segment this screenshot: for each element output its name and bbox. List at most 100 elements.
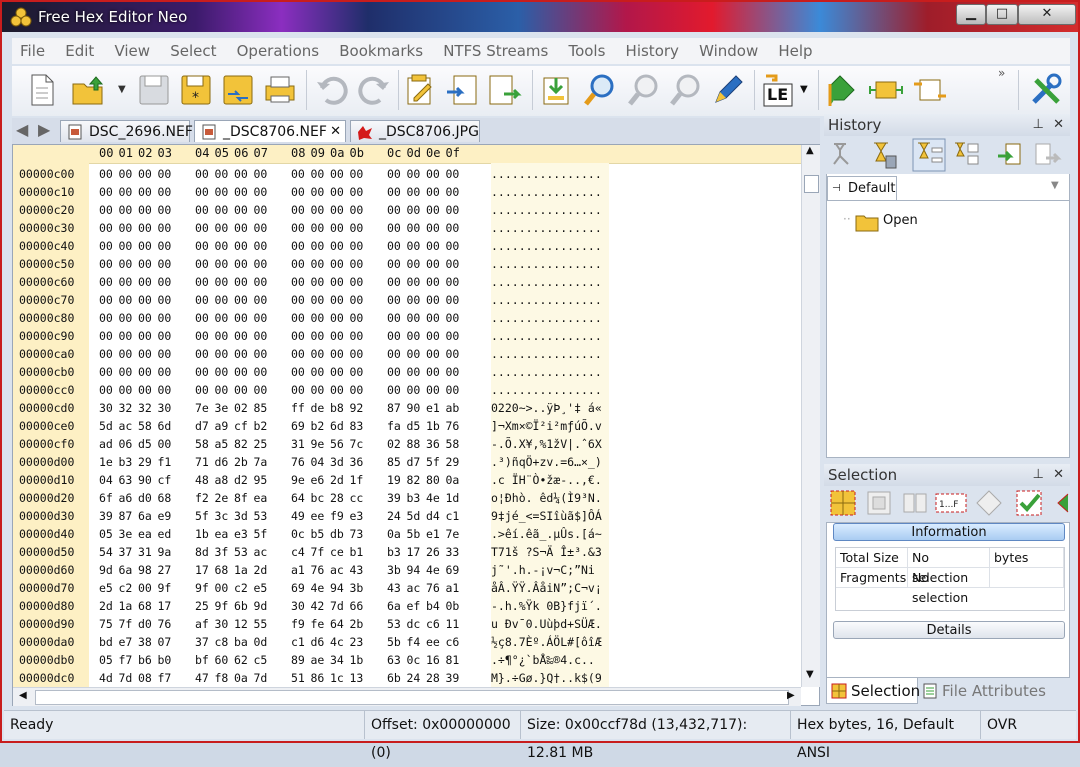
hex-byte[interactable]: ef [407,599,425,613]
hex-byte[interactable]: 3c [215,509,233,523]
hex-byte[interactable]: 7f [119,617,137,631]
hex-byte[interactable]: 00 [291,293,309,307]
hex-byte[interactable]: ce [330,545,348,559]
hex-byte[interactable]: 00 [119,365,137,379]
hex-byte[interactable]: 76 [158,617,176,631]
hex-byte[interactable]: 7c [350,437,368,451]
hex-row[interactable]: 00000da0 bd e7 38 07 37 c8 ba 0d c1 d6 4c 23 5b f4 ee c6… [13,633,793,651]
hex-byte[interactable]: bf [195,653,213,667]
hex-byte[interactable]: 00 [291,383,309,397]
vertical-scroll-thumb[interactable] [804,175,819,193]
hex-byte[interactable]: 06 [119,437,137,451]
hex-byte[interactable]: 00 [446,383,464,397]
hex-byte[interactable]: 00 [387,239,405,253]
hex-byte[interactable]: 5b [387,635,405,649]
hex-byte[interactable]: 30 [158,401,176,415]
hex-byte[interactable]: 00 [215,365,233,379]
history-restore-icon[interactable] [996,140,1026,170]
hex-byte[interactable]: 00 [215,203,233,217]
bottom-tab-selection[interactable]: Selection [826,678,920,704]
hex-byte[interactable]: 00 [234,293,252,307]
tab-dsc-2696-nef[interactable]: DSC_2696.NEF [60,120,193,142]
hex-byte[interactable]: 00 [330,383,348,397]
hex-byte[interactable]: 00 [407,203,425,217]
hex-byte[interactable]: 00 [195,257,213,271]
hex-byte[interactable]: 00 [291,329,309,343]
hex-byte[interactable]: bc [311,491,329,505]
hex-byte[interactable]: 00 [215,329,233,343]
hex-byte[interactable]: 55 [254,617,272,631]
hex-byte[interactable]: 00 [215,239,233,253]
tools-icon[interactable] [1028,72,1064,108]
hex-byte[interactable]: 00 [195,329,213,343]
hex-byte[interactable]: 30 [99,401,117,415]
hex-byte[interactable]: 00 [254,383,272,397]
hex-byte[interactable]: 02 [234,401,252,415]
hex-byte[interactable]: 00 [387,365,405,379]
hex-byte[interactable]: 90 [407,401,425,415]
hex-byte[interactable]: 00 [446,347,464,361]
minimize-button[interactable]: ▁ [956,4,986,25]
export-icon[interactable] [486,72,522,108]
hex-byte[interactable]: b3 [407,491,425,505]
hex-byte[interactable]: 76 [291,455,309,469]
hex-byte[interactable]: 00 [407,293,425,307]
hex-byte[interactable]: 2b [234,455,252,469]
hex-byte[interactable]: 00 [99,383,117,397]
hex-row[interactable]: 00000cd0 30 32 32 30 7e 3e 02 85 ff de b8 92 87 90 e1 ab… [13,399,793,417]
hex-byte[interactable]: 00 [254,167,272,181]
hex-byte[interactable]: 00 [350,329,368,343]
hex-byte[interactable]: 04 [311,455,329,469]
hex-byte[interactable]: 00 [426,365,444,379]
ascii-text[interactable]: T71š ?S¬Ä Î±³.&3 [491,545,602,559]
hex-byte[interactable]: 00 [158,167,176,181]
hex-byte[interactable]: 00 [350,185,368,199]
hex-byte[interactable]: 00 [426,221,444,235]
hex-byte[interactable]: 00 [426,329,444,343]
hex-byte[interactable]: 39 [387,491,405,505]
hex-byte[interactable]: 00 [311,311,329,325]
menu-select[interactable]: Select [162,38,224,64]
hex-byte[interactable]: 37 [119,545,137,559]
hex-byte[interactable]: 33 [446,545,464,559]
hex-byte[interactable]: 16 [426,653,444,667]
hex-byte[interactable]: 31 [138,545,156,559]
hex-byte[interactable]: 8f [234,491,252,505]
endian-button[interactable]: LE ▼ [760,72,808,108]
hex-byte[interactable]: f7 [158,671,176,685]
close-button[interactable]: ✕ [1018,4,1076,25]
hex-byte[interactable]: 75 [99,617,117,631]
hex-byte[interactable]: d4 [426,509,444,523]
hex-byte[interactable]: 94 [330,581,348,595]
maximize-button[interactable]: □ [986,4,1018,25]
hex-byte[interactable]: a1 [291,563,309,577]
copy-block-icon[interactable] [912,72,948,108]
hex-byte[interactable]: 00 [138,347,156,361]
hex-byte[interactable]: 83 [350,419,368,433]
hex-byte[interactable]: 82 [234,437,252,451]
ascii-text[interactable]: ½ç8.7Èº.ÁÖL#[ôîÆ [491,635,602,649]
hex-byte[interactable]: 00 [407,257,425,271]
hex-byte[interactable]: 00 [158,239,176,253]
hex-byte[interactable]: 00 [426,203,444,217]
hex-byte[interactable]: 00 [215,383,233,397]
hex-byte[interactable]: 51 [291,671,309,685]
hex-byte[interactable]: 00 [99,275,117,289]
ascii-text[interactable]: ................ [491,275,602,289]
hex-byte[interactable]: 00 [387,185,405,199]
hex-byte[interactable]: b4 [426,599,444,613]
vertical-scrollbar[interactable]: ▲ ▼ [801,145,820,687]
hex-byte[interactable]: 00 [158,311,176,325]
hex-byte[interactable]: 30 [215,617,233,631]
hex-byte[interactable]: 68 [215,563,233,577]
hex-byte[interactable]: 6a [119,563,137,577]
hex-byte[interactable]: b5 [311,527,329,541]
hex-byte[interactable]: 00 [407,365,425,379]
ascii-text[interactable]: 9‡jé_<=SIîùã$]ÔÁ [491,509,602,523]
hex-byte[interactable]: 00 [407,383,425,397]
hex-byte[interactable]: 00 [254,311,272,325]
hex-byte[interactable]: 1a [234,563,252,577]
hex-row[interactable]: 00000d50 54 37 31 9a 8d 3f 53 ac c4 7f ce b1 b3 17 26 33… [13,543,793,561]
hex-byte[interactable]: 17 [158,599,176,613]
hex-byte[interactable]: 00 [426,167,444,181]
